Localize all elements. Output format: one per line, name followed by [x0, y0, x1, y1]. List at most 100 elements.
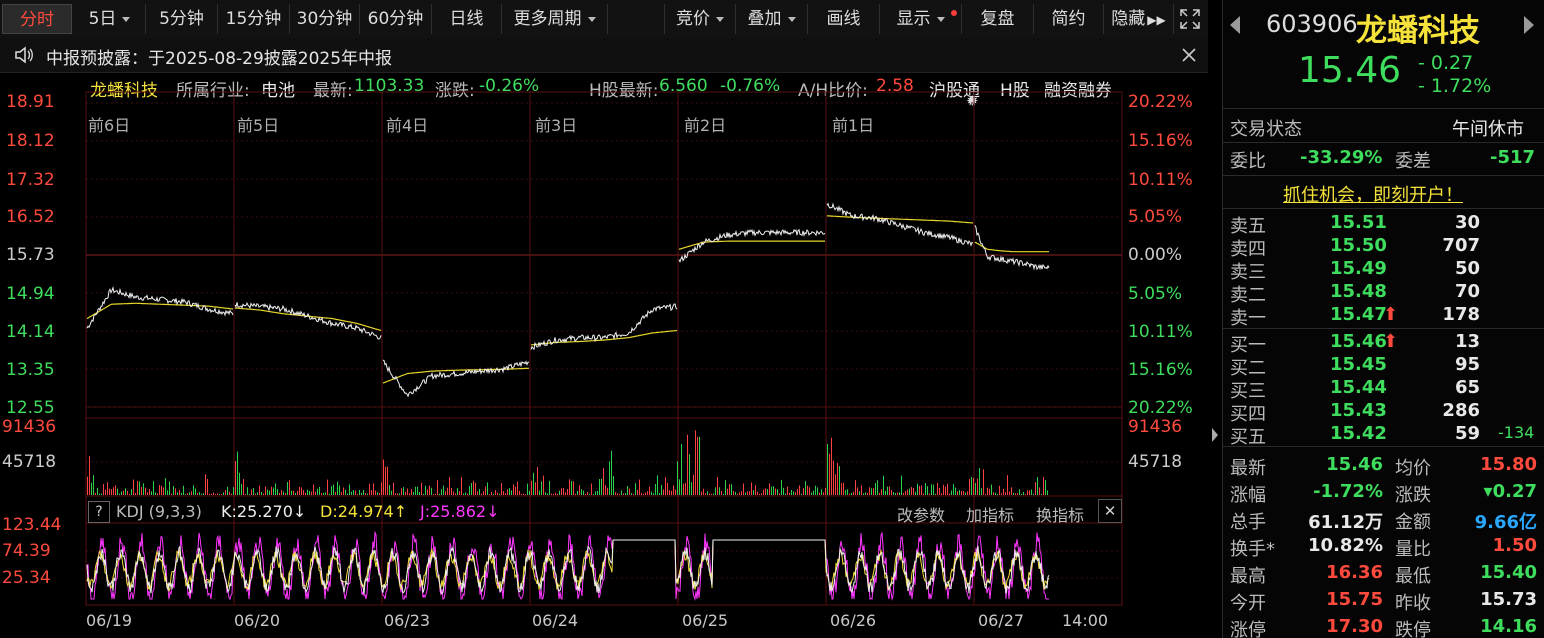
stat-label: 总手 — [1230, 512, 1266, 533]
switch-indicator-button[interactable]: 换指标 — [1036, 502, 1084, 526]
volume-bar — [829, 453, 830, 495]
volume-bar — [355, 490, 356, 495]
volume-bar — [103, 484, 104, 495]
volume-bar — [817, 487, 818, 495]
volume-bar — [827, 443, 828, 495]
volume-bar — [221, 493, 222, 495]
volume-axis-mid: 45718 — [2, 452, 57, 472]
volume-bar — [877, 480, 878, 495]
volume-bar — [319, 487, 320, 495]
volume-bar — [907, 489, 908, 495]
volume-bar — [823, 492, 824, 495]
stat-label: 今开 — [1230, 593, 1266, 614]
prev-stock-icon[interactable] — [1228, 14, 1242, 36]
add-indicator-button[interactable]: 加指标 — [966, 502, 1014, 526]
volume-bar — [149, 489, 150, 495]
volume-bar — [553, 493, 554, 495]
volume-bar — [503, 491, 504, 495]
help-button[interactable]: ? — [88, 501, 110, 523]
day-label: 前3日 — [535, 116, 578, 135]
volume-bar — [1019, 489, 1020, 495]
volume-bar — [167, 490, 168, 495]
volume-bar — [389, 484, 390, 495]
volume-bar — [665, 477, 666, 495]
volume-bar — [777, 489, 778, 495]
stat-value: 15.75 — [1326, 589, 1383, 610]
close-indicator-button[interactable]: ✕ — [1098, 499, 1122, 523]
volume-bar — [673, 485, 674, 495]
asks-level-price[interactable]: 15.51 — [1330, 212, 1387, 233]
asks-level-price[interactable]: 15.48 — [1330, 281, 1387, 302]
volume-bar — [379, 492, 380, 495]
volume-bar — [579, 485, 580, 495]
price-tick: 18.91 — [6, 92, 55, 112]
asks-level-price[interactable]: 15.47 — [1330, 304, 1387, 325]
asks-level-price[interactable]: 15.49 — [1330, 258, 1387, 279]
volume-bar — [875, 483, 876, 495]
volume-bar — [985, 493, 986, 495]
volume-bar — [465, 492, 466, 495]
volume-bar — [551, 493, 552, 495]
volume-bar — [431, 487, 432, 495]
volume-bar — [1005, 492, 1006, 495]
volume-bar — [483, 491, 484, 495]
collapse-handle[interactable] — [1210, 420, 1220, 450]
volume-bar — [1043, 476, 1044, 495]
volume-bar — [851, 492, 852, 495]
volume-bar — [277, 489, 278, 495]
bids-level-price[interactable]: 15.45 — [1330, 354, 1387, 375]
volume-bar — [315, 491, 316, 495]
volume-bar — [795, 492, 796, 495]
volume-bar — [585, 493, 586, 495]
volume-bar — [489, 493, 490, 495]
stat-value: 14.16 — [1480, 616, 1537, 637]
volume-bar — [559, 490, 560, 495]
bids-level-price[interactable]: 15.44 — [1330, 377, 1387, 398]
volume-bar — [223, 492, 224, 495]
divider — [1222, 446, 1544, 447]
volume-bar — [735, 491, 736, 495]
volume-bar — [307, 489, 308, 495]
volume-bar — [171, 493, 172, 495]
volume-bar — [623, 493, 624, 495]
volume-bar — [303, 490, 304, 495]
volume-bar — [535, 482, 536, 495]
stat-value: ▾0.27 — [1483, 481, 1537, 502]
volume-bar — [91, 482, 92, 495]
bids-level-price[interactable]: 15.42 — [1330, 423, 1387, 444]
volume-bar — [649, 486, 650, 495]
bids-level-price[interactable]: 15.46 — [1330, 331, 1387, 352]
stat-label: 换手* — [1230, 539, 1275, 560]
volume-bar — [801, 493, 802, 495]
volume-bar — [145, 487, 146, 495]
volume-bar — [701, 491, 702, 495]
percent-tick: 0.00% — [1128, 245, 1183, 265]
bids-level-volume: 65 — [1454, 377, 1480, 398]
volume-bar — [421, 482, 422, 495]
volume-bar — [921, 485, 922, 495]
kdj-axis-bottom: 25.34 — [2, 568, 51, 588]
asks-level-price[interactable]: 15.50 — [1330, 235, 1387, 256]
volume-bar — [729, 484, 730, 495]
volume-bar — [1027, 490, 1028, 495]
volume-bar — [475, 482, 476, 495]
volume-bar — [1033, 493, 1034, 495]
volume-bar — [805, 481, 806, 495]
next-stock-icon[interactable] — [1522, 14, 1536, 36]
bids-level-price[interactable]: 15.43 — [1330, 400, 1387, 421]
change-params-button[interactable]: 改参数 — [897, 502, 945, 526]
price-chart[interactable] — [0, 0, 1220, 638]
volume-bar — [439, 493, 440, 495]
volume-bar — [191, 491, 192, 495]
stat-label: 均价 — [1395, 458, 1431, 479]
volume-bar — [269, 490, 270, 495]
volume-bar — [297, 491, 298, 495]
volume-bar — [147, 492, 148, 495]
average-line — [235, 307, 382, 332]
volume-bar — [563, 487, 564, 495]
price-tick: 14.94 — [6, 284, 55, 304]
volume-bar — [845, 489, 846, 495]
volume-bar — [595, 491, 596, 495]
open-account-link[interactable]: 抓住机会，即刻开户！ — [1283, 181, 1463, 207]
volume-bar — [457, 488, 458, 495]
